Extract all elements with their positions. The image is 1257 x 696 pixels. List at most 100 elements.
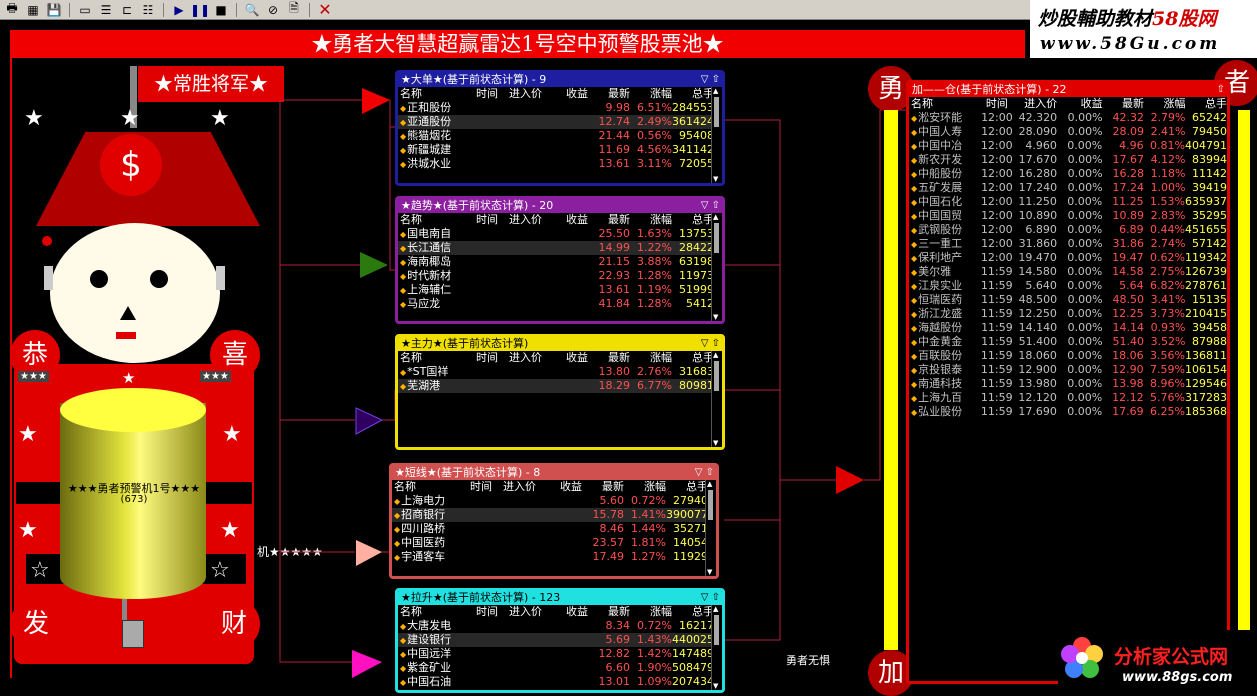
table-row[interactable]: ◆洪城水业 13.61 3.11% 72055 — [398, 157, 722, 171]
table-row[interactable]: ◆三一重工 12:00 31.860 0.00% 31.86 2.74% 571… — [909, 237, 1227, 251]
col-latest[interactable]: 最新 — [588, 213, 630, 227]
scrollbar[interactable]: ▲ ▼ — [705, 480, 716, 576]
table-row[interactable]: ◆上海九百 11:59 12.120 0.00% 12.12 5.76% 317… — [909, 391, 1227, 405]
col-time[interactable]: 时间 — [980, 97, 1014, 111]
table-row[interactable]: ◆*ST国祥 13.80 2.76% 31683 — [398, 365, 722, 379]
col-profit[interactable]: 收益 — [542, 87, 588, 101]
col-in-price[interactable]: 进入价 — [502, 605, 542, 619]
col-volume[interactable]: 总手 — [672, 213, 714, 227]
col-latest[interactable]: 最新 — [1103, 97, 1144, 111]
col-time[interactable]: 时间 — [472, 605, 502, 619]
panel-title[interactable]: 加——仓(基于前状态计算) - 22 ⇧ — [909, 83, 1227, 97]
table-row[interactable]: ◆恒瑞医药 11:59 48.500 0.00% 48.50 3.41% 151… — [909, 293, 1227, 307]
panel-controls-icon[interactable]: ▽ ⇧ — [701, 591, 720, 605]
table-row[interactable]: ◆中国中冶 12:00 4.960 0.00% 4.96 0.81% 40479… — [909, 139, 1227, 153]
scrollbar[interactable]: ▲ ▼ — [711, 605, 722, 690]
collapse-icon[interactable]: ⇧ — [1217, 83, 1225, 97]
table-row[interactable]: ◆亚通股份 12.74 2.49% 361424 — [398, 115, 722, 129]
table-row[interactable]: ◆上海辅仁 13.61 1.19% 51999 — [398, 283, 722, 297]
col-time[interactable]: 时间 — [466, 480, 496, 494]
table-row[interactable]: ◆京投银泰 11:59 12.900 0.00% 12.90 7.59% 106… — [909, 363, 1227, 377]
col-name[interactable]: 名称 — [398, 605, 472, 619]
col-in-price[interactable]: 进入价 — [1014, 97, 1057, 111]
panel-title[interactable]: ★短线★(基于前状态计算) - 8 ▽ ⇧ — [392, 466, 716, 480]
col-volume[interactable]: 总手 — [672, 87, 714, 101]
table-row[interactable]: ◆芜湖港 18.29 6.77% 80981 — [398, 379, 722, 393]
table-row[interactable]: ◆紫金矿业 6.60 1.90% 508479 — [398, 661, 722, 675]
table-row[interactable]: ◆上海电力 5.60 0.72% 27940 — [392, 494, 716, 508]
table-row[interactable]: ◆中国远洋 12.82 1.42% 147489 — [398, 647, 722, 661]
col-name[interactable]: 名称 — [909, 97, 980, 111]
col-change[interactable]: 涨幅 — [624, 480, 666, 494]
table-row[interactable]: ◆中国石化 12:00 11.250 0.00% 11.25 1.53% 635… — [909, 195, 1227, 209]
panel-controls-icon[interactable]: ▽ ⇧ — [701, 337, 720, 351]
stock-pool-panel[interactable]: ★大单★(基于前状态计算) - 9 ▽ ⇧ 名称 时间 进入价 收益 最新 涨幅… — [395, 70, 725, 186]
panel-title[interactable]: ★趋势★(基于前状态计算) - 20 ▽ ⇧ — [398, 199, 722, 213]
col-profit[interactable]: 收益 — [536, 480, 582, 494]
stock-pool-panel[interactable]: ★主力★(基于前状态计算) ▽ ⇧ 名称 时间 进入价 收益 最新 涨幅 总手 … — [395, 334, 725, 450]
table-row[interactable]: ◆江泉实业 11:59 5.640 0.00% 5.64 6.82% 27876… — [909, 279, 1227, 293]
stock-pool-panel[interactable]: ★拉升★(基于前状态计算) - 123 ▽ ⇧ 名称 时间 进入价 收益 最新 … — [395, 588, 725, 693]
scrollbar[interactable]: ▲ ▼ — [711, 213, 722, 321]
table-row[interactable]: ◆中国国贸 12:00 10.890 0.00% 10.89 2.83% 352… — [909, 209, 1227, 223]
col-name[interactable]: 名称 — [398, 87, 472, 101]
table-row[interactable]: ◆中国石油 13.01 1.09% 207434 — [398, 675, 722, 689]
table-row[interactable]: ◆保利地产 12:00 19.470 0.00% 19.47 0.62% 119… — [909, 251, 1227, 265]
table-row[interactable]: ◆招商银行 15.78 1.41% 390077 — [392, 508, 716, 522]
col-time[interactable]: 时间 — [472, 87, 502, 101]
table-row[interactable]: ◆大唐发电 8.34 0.72% 16217 — [398, 619, 722, 633]
panel-controls-icon[interactable]: ▽ ⇧ — [701, 73, 720, 87]
panel-title[interactable]: ★拉升★(基于前状态计算) - 123 ▽ ⇧ — [398, 591, 722, 605]
table-row[interactable]: ◆中国人寿 12:00 28.090 0.00% 28.09 2.41% 794… — [909, 125, 1227, 139]
table-row[interactable]: ◆五矿发展 12:00 17.240 0.00% 17.24 1.00% 394… — [909, 181, 1227, 195]
table-row[interactable]: ◆浙江龙盛 11:59 12.250 0.00% 12.25 3.73% 210… — [909, 307, 1227, 321]
col-in-price[interactable]: 进入价 — [502, 213, 542, 227]
panel-title[interactable]: ★大单★(基于前状态计算) - 9 ▽ ⇧ — [398, 73, 722, 87]
col-time[interactable]: 时间 — [472, 213, 502, 227]
table-row[interactable]: ◆中国医药 23.57 1.81% 14054 — [392, 536, 716, 550]
col-volume[interactable]: 总手 — [672, 351, 714, 365]
stock-pool-panel[interactable]: ★趋势★(基于前状态计算) - 20 ▽ ⇧ 名称 时间 进入价 收益 最新 涨… — [395, 196, 725, 324]
table-row[interactable]: ◆海越股份 11:59 14.140 0.00% 14.14 0.93% 394… — [909, 321, 1227, 335]
col-change[interactable]: 涨幅 — [630, 87, 672, 101]
col-volume[interactable]: 总手 — [666, 480, 708, 494]
scrollbar[interactable]: ▲ ▼ — [711, 351, 722, 447]
col-in-price[interactable]: 进入价 — [496, 480, 536, 494]
table-row[interactable]: ◆时代新材 22.93 1.28% 11973 — [398, 269, 722, 283]
table-row[interactable]: ◆弘业股份 11:59 17.690 0.00% 17.69 6.25% 185… — [909, 405, 1227, 419]
table-row[interactable]: ◆南通科技 11:59 13.980 0.00% 13.98 8.96% 129… — [909, 377, 1227, 391]
table-row[interactable]: ◆美尔雅 11:59 14.580 0.00% 14.58 2.75% 1267… — [909, 265, 1227, 279]
col-name[interactable]: 名称 — [398, 351, 472, 365]
table-row[interactable]: ◆新农开发 12:00 17.670 0.00% 17.67 4.12% 839… — [909, 153, 1227, 167]
table-row[interactable]: ◆正和股份 9.98 6.51% 284553 — [398, 101, 722, 115]
table-row[interactable]: ◆熊猫烟花 21.44 0.56% 95408 — [398, 129, 722, 143]
col-change[interactable]: 涨幅 — [630, 351, 672, 365]
table-row[interactable]: ◆宇通客车 17.49 1.27% 11929 — [392, 550, 716, 564]
col-profit[interactable]: 收益 — [542, 351, 588, 365]
panel-controls-icon[interactable]: ▽ ⇧ — [701, 199, 720, 213]
table-row[interactable]: ◆百联股份 11:59 18.060 0.00% 18.06 3.56% 136… — [909, 349, 1227, 363]
big-panel[interactable]: 加——仓(基于前状态计算) - 22 ⇧ 名称 时间 进入价 收益 最新 涨幅 … — [906, 80, 1230, 684]
table-row[interactable]: ◆淞安环能 12:00 42.320 0.00% 42.32 2.79% 652… — [909, 111, 1227, 125]
col-name[interactable]: 名称 — [398, 213, 472, 227]
table-row[interactable]: ◆马应龙 41.84 1.28% 5412 — [398, 297, 722, 311]
panel-controls-icon[interactable]: ▽ ⇧ — [695, 466, 714, 480]
col-change[interactable]: 涨幅 — [630, 213, 672, 227]
table-row[interactable]: ◆建设银行 5.69 1.43% 440025 — [398, 633, 722, 647]
col-time[interactable]: 时间 — [472, 351, 502, 365]
table-row[interactable]: ◆新疆城建 11.69 4.56% 341142 — [398, 143, 722, 157]
col-change[interactable]: 涨幅 — [1144, 97, 1186, 111]
col-volume[interactable]: 总手 — [672, 605, 714, 619]
col-latest[interactable]: 最新 — [588, 87, 630, 101]
col-volume[interactable]: 总手 — [1186, 97, 1227, 111]
scrollbar[interactable]: ▲ ▼ — [711, 87, 722, 183]
col-change[interactable]: 涨幅 — [630, 605, 672, 619]
table-row[interactable]: ◆国电南自 25.50 1.63% 13753 — [398, 227, 722, 241]
col-profit[interactable]: 收益 — [542, 213, 588, 227]
col-latest[interactable]: 最新 — [582, 480, 624, 494]
table-row[interactable]: ◆中金黄金 11:59 51.400 0.00% 51.40 3.52% 879… — [909, 335, 1227, 349]
table-row[interactable]: ◆武钢股份 12:00 6.890 0.00% 6.89 0.44% 45165… — [909, 223, 1227, 237]
table-row[interactable]: ◆长江通信 14.99 1.22% 28422 — [398, 241, 722, 255]
panel-title[interactable]: ★主力★(基于前状态计算) ▽ ⇧ — [398, 337, 722, 351]
col-name[interactable]: 名称 — [392, 480, 466, 494]
